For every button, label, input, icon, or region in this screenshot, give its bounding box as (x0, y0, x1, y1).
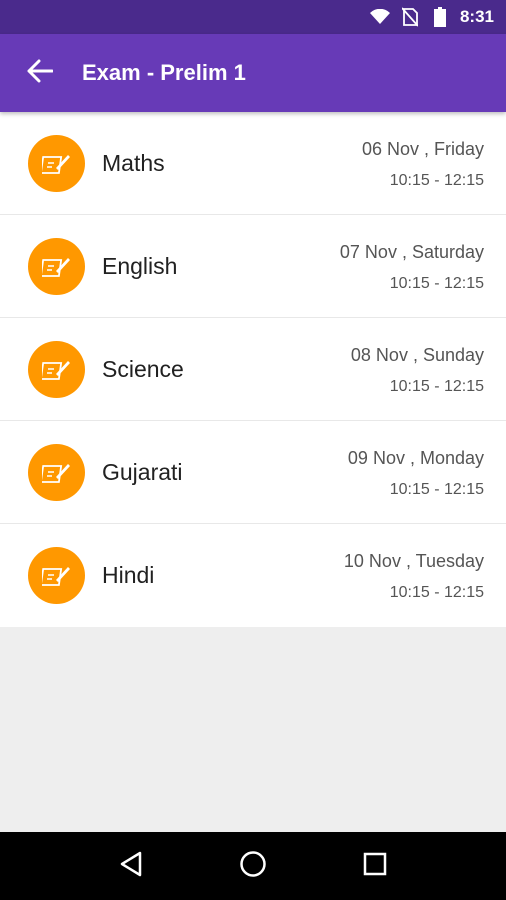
exam-paper-pencil-icon (28, 135, 85, 192)
wifi-icon (369, 7, 390, 27)
list-item[interactable]: Science 08 Nov , Sunday 10:15 - 12:15 (0, 318, 506, 421)
exam-time: 10:15 - 12:15 (389, 481, 484, 498)
status-bar: 8:31 (0, 0, 506, 34)
exam-date: 07 Nov , Saturday (339, 242, 484, 262)
subject-name: Gujarati (102, 458, 183, 485)
list-item[interactable]: Hindi 10 Nov , Tuesday 10:15 - 12:15 (0, 524, 506, 627)
exam-paper-pencil-icon (28, 547, 85, 604)
circle-home-icon (239, 850, 267, 883)
exam-time: 10:15 - 12:15 (389, 275, 484, 292)
subject-name: Maths (102, 149, 165, 176)
exam-time: 10:15 - 12:15 (389, 172, 484, 189)
list-item[interactable]: Gujarati 09 Nov , Monday 10:15 - 12:15 (0, 421, 506, 524)
app-bar: Exam - Prelim 1 (0, 34, 506, 112)
list-item[interactable]: English 07 Nov , Saturday 10:15 - 12:15 (0, 215, 506, 318)
exam-date: 08 Nov , Sunday (350, 345, 484, 365)
exam-list: Maths 06 Nov , Friday 10:15 - 12:15 Engl… (0, 112, 506, 627)
exam-date: 09 Nov , Monday (347, 448, 484, 468)
nav-back-button[interactable] (107, 842, 155, 890)
list-item[interactable]: Maths 06 Nov , Friday 10:15 - 12:15 (0, 112, 506, 215)
subject-name: English (102, 252, 178, 279)
nav-home-button[interactable] (229, 842, 277, 890)
exam-time: 10:15 - 12:15 (389, 584, 484, 601)
nav-recents-button[interactable] (351, 842, 399, 890)
exam-date: 10 Nov , Tuesday (343, 551, 484, 571)
subject-name: Science (102, 355, 184, 382)
page-title: Exam - Prelim 1 (82, 60, 246, 85)
back-button[interactable] (18, 51, 62, 95)
status-time: 8:31 (459, 7, 494, 26)
exam-paper-pencil-icon (28, 341, 85, 398)
exam-paper-pencil-icon (28, 444, 85, 501)
exam-date: 06 Nov , Friday (361, 139, 484, 159)
square-recents-icon (363, 852, 387, 881)
triangle-back-icon (119, 851, 143, 882)
subject-name: Hindi (102, 562, 155, 588)
exam-time: 10:15 - 12:15 (389, 378, 484, 395)
navigation-bar (0, 832, 506, 900)
no-sim-icon (400, 7, 420, 27)
battery-icon (430, 7, 450, 27)
arrow-left-icon (27, 59, 54, 88)
exam-paper-pencil-icon (28, 238, 85, 295)
